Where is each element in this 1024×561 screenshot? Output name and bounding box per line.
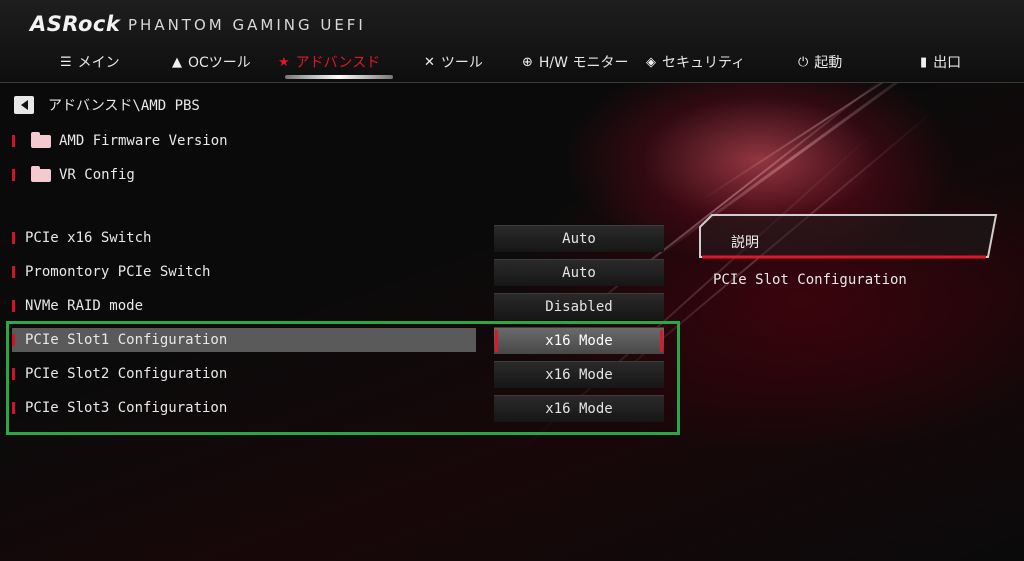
tab-label: メイン bbox=[77, 55, 120, 71]
star-icon: ★ bbox=[278, 54, 290, 70]
setting-value-button[interactable]: x16 Mode bbox=[494, 361, 664, 388]
rocket-icon: ▲ bbox=[172, 54, 182, 70]
tab-main[interactable]: ☰ メイン bbox=[60, 50, 120, 74]
tab-label: 起動 bbox=[814, 55, 843, 71]
setting-row-selected[interactable]: PCIe Slot1 Configuration bbox=[12, 328, 476, 352]
power-icon: ⏻ bbox=[798, 54, 809, 70]
setting-row[interactable]: PCIe Slot3 Configuration bbox=[12, 396, 227, 420]
setting-row[interactable]: PCIe x16 Switch bbox=[12, 226, 151, 250]
brand-title: PHANTOM GAMING UEFI bbox=[128, 16, 366, 34]
breadcrumb-path: アドバンスド\AMD PBS bbox=[48, 98, 200, 114]
tab-exit[interactable]: ▮ 出口 bbox=[920, 50, 961, 74]
setting-label: PCIe x16 Switch bbox=[25, 230, 152, 246]
tab-tools[interactable]: ✕ ツール bbox=[424, 50, 483, 74]
setting-row[interactable]: Promontory PCIe Switch bbox=[12, 260, 210, 284]
setting-value-button[interactable]: Auto bbox=[494, 225, 664, 252]
setting-label: PCIe Slot3 Configuration bbox=[25, 400, 228, 416]
folder-icon bbox=[31, 131, 51, 148]
tools-icon: ✕ bbox=[424, 54, 435, 70]
description-text: PCIe Slot Configuration bbox=[713, 272, 907, 288]
tab-label: H/W モニター bbox=[538, 55, 629, 71]
row-marker bbox=[12, 402, 15, 414]
tab-label: ツール bbox=[440, 55, 483, 71]
row-marker bbox=[12, 135, 15, 147]
tab-label: セキュリティ bbox=[662, 55, 746, 71]
list-icon: ☰ bbox=[60, 54, 72, 70]
breadcrumb: アドバンスド\AMD PBS bbox=[14, 95, 200, 115]
asrock-logo: ASRock bbox=[30, 12, 121, 36]
tab-label: アドバンスド bbox=[295, 55, 381, 71]
tab-oc-tools[interactable]: ▲ OCツール bbox=[172, 50, 251, 74]
setting-value-button[interactable]: Disabled bbox=[494, 293, 664, 320]
folder-label: VR Config bbox=[59, 167, 135, 183]
setting-value-button[interactable]: Auto bbox=[494, 259, 664, 286]
shield-icon: ◈ bbox=[646, 54, 656, 70]
setting-value-button[interactable]: x16 Mode bbox=[494, 395, 664, 422]
tab-advanced[interactable]: ★ アドバンスド bbox=[278, 50, 380, 74]
setting-row[interactable]: NVMe RAID mode bbox=[12, 294, 143, 318]
setting-value-button-selected[interactable]: x16 Mode bbox=[494, 327, 664, 354]
folder-icon bbox=[31, 165, 51, 182]
setting-label: PCIe Slot2 Configuration bbox=[25, 366, 228, 382]
row-marker bbox=[12, 169, 15, 181]
crosshair-icon: ⊕ bbox=[522, 54, 533, 70]
setting-label: NVMe RAID mode bbox=[25, 298, 144, 314]
row-marker bbox=[12, 232, 15, 244]
setting-row[interactable]: PCIe Slot2 Configuration bbox=[12, 362, 227, 386]
description-title: 説明 bbox=[731, 235, 759, 251]
tab-label: OCツール bbox=[188, 55, 251, 71]
tab-label: 出口 bbox=[933, 55, 962, 71]
tab-security[interactable]: ◈ セキュリティ bbox=[646, 50, 745, 74]
row-marker bbox=[12, 368, 15, 380]
setting-label: PCIe Slot1 Configuration bbox=[25, 332, 228, 348]
row-marker bbox=[12, 300, 15, 312]
setting-label: Promontory PCIe Switch bbox=[25, 264, 211, 280]
folder-item-vr-config[interactable]: VR Config bbox=[12, 163, 135, 187]
row-marker bbox=[12, 266, 15, 278]
row-marker bbox=[12, 334, 15, 346]
back-button[interactable] bbox=[14, 96, 34, 114]
active-tab-indicator bbox=[285, 75, 393, 79]
top-header: ASRock PHANTOM GAMING UEFI ☰ メイン ▲ OCツール… bbox=[0, 0, 1024, 83]
tab-hw-monitor[interactable]: ⊕ H/W モニター bbox=[522, 50, 628, 74]
exit-door-icon: ▮ bbox=[920, 54, 928, 70]
folder-label: AMD Firmware Version bbox=[59, 133, 228, 149]
folder-item-amd-firmware-version[interactable]: AMD Firmware Version bbox=[12, 129, 228, 153]
tab-boot[interactable]: ⏻ 起動 bbox=[798, 50, 842, 74]
arrow-left-icon bbox=[20, 100, 28, 110]
